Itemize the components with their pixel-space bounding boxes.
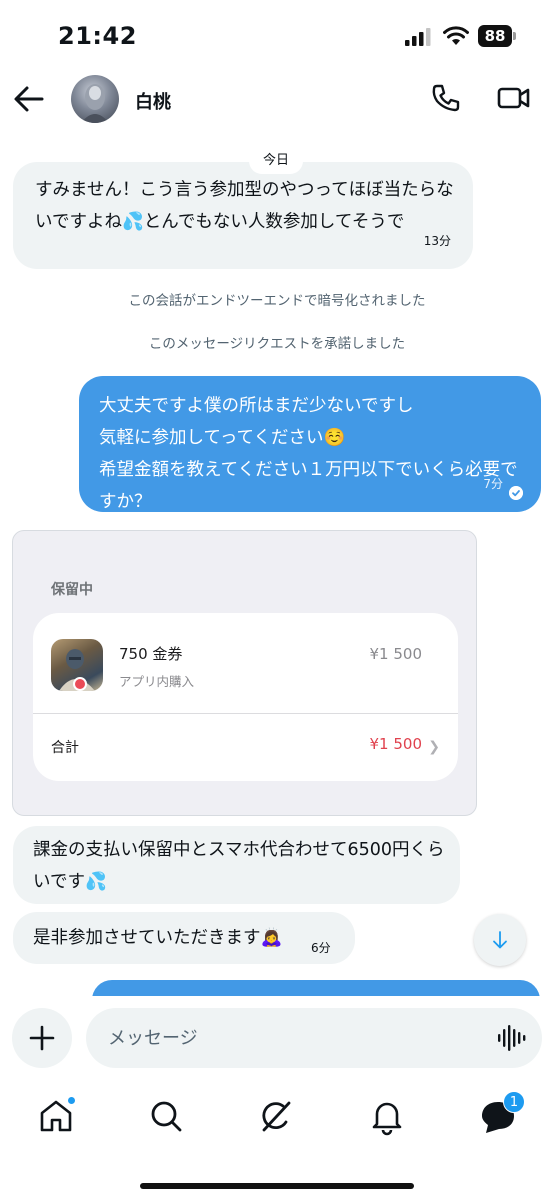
video-camera-icon[interactable] bbox=[497, 83, 531, 113]
scroll-to-bottom-button[interactable] bbox=[474, 914, 526, 966]
divider bbox=[33, 713, 458, 714]
app-badge-icon bbox=[73, 677, 87, 691]
total-price: ¥1 500 bbox=[369, 735, 423, 753]
item-name: 750 金券 bbox=[119, 645, 183, 663]
encryption-note: この会話がエンドツーエンドで暗号化されました bbox=[128, 293, 426, 309]
nav-home[interactable] bbox=[36, 1096, 76, 1136]
notifications-icon bbox=[372, 1102, 402, 1136]
nav-messages[interactable]: 1 bbox=[478, 1091, 525, 1136]
avatar[interactable] bbox=[71, 75, 119, 123]
message-time: 7分 bbox=[483, 477, 503, 491]
incoming-message[interactable]: 是非参加させていただきます🙇‍♀️ 6分 bbox=[13, 912, 355, 964]
messages-badge: 1 bbox=[503, 1091, 525, 1113]
back-arrow-icon[interactable] bbox=[12, 84, 46, 114]
nav-search[interactable] bbox=[146, 1096, 186, 1136]
message-time: 6分 bbox=[311, 941, 331, 955]
status-time: 21:42 bbox=[58, 22, 137, 50]
chevron-right-icon[interactable]: ❯ bbox=[428, 739, 440, 755]
message-time: 13分 bbox=[423, 234, 451, 248]
add-attachment-button[interactable] bbox=[12, 1008, 72, 1068]
message-text: 大丈夫ですよ僕の所はまだ少ないですし 気軽に参加してってください☺️ 希望金額を… bbox=[99, 396, 518, 512]
cellular-signal-icon bbox=[405, 28, 431, 46]
grok-icon bbox=[262, 1101, 291, 1132]
home-indicator bbox=[140, 1183, 414, 1189]
home-notification-dot bbox=[67, 1096, 76, 1105]
search-icon bbox=[151, 1101, 182, 1132]
purchase-details[interactable]: 750 金券 アプリ内購入 ¥1 500 合計 ¥1 500 ❯ bbox=[33, 613, 458, 781]
battery-indicator: 88 bbox=[478, 25, 512, 47]
item-type: アプリ内購入 bbox=[119, 674, 195, 689]
total-label: 合計 bbox=[51, 740, 79, 756]
voice-waveform-icon[interactable] bbox=[496, 1024, 526, 1052]
nav-grok[interactable] bbox=[256, 1096, 296, 1136]
wifi-icon bbox=[443, 26, 469, 45]
read-receipt-icon bbox=[509, 486, 523, 500]
bottom-navigation: 1 bbox=[0, 1080, 554, 1199]
item-price: ¥1 500 bbox=[369, 645, 423, 663]
nav-notifications[interactable] bbox=[367, 1096, 407, 1136]
conversation-header: 白桃 bbox=[0, 70, 554, 132]
message-text: すみません！こう言う参加型のやつってほぼ当たらないですよね💦とんでもない人数参加… bbox=[35, 180, 454, 232]
chat-thread[interactable]: すみません！こう言う参加型のやつってほぼ当たらないですよね💦とんでもない人数参加… bbox=[0, 132, 554, 996]
outgoing-message-partial[interactable] bbox=[92, 980, 540, 996]
message-text: 課金の支払い保留中とスマホ代合わせて6500円くらいです💦 bbox=[33, 840, 445, 892]
arrow-down-icon bbox=[493, 931, 507, 949]
request-accepted-note: このメッセージリクエストを承諾しました bbox=[148, 336, 406, 352]
incoming-message[interactable]: 課金の支払い保留中とスマホ代合わせて6500円くらいです💦 bbox=[13, 826, 460, 904]
outgoing-message[interactable]: 大丈夫ですよ僕の所はまだ少ないですし 気軽に参加してってください☺️ 希望金額を… bbox=[79, 376, 541, 512]
battery-tip bbox=[513, 32, 516, 40]
payment-request-card[interactable]: 保留中 750 金券 アプリ内購入 ¥1 500 合計 ¥1 500 ❯ bbox=[12, 530, 477, 816]
avatar-figure-icon bbox=[81, 84, 109, 123]
phone-icon[interactable] bbox=[430, 82, 462, 114]
payment-status: 保留中 bbox=[51, 582, 93, 598]
message-text: 是非参加させていただきます🙇‍♀️ bbox=[33, 928, 283, 948]
contact-name[interactable]: 白桃 bbox=[135, 88, 171, 114]
day-separator: 今日 bbox=[249, 148, 304, 174]
message-composer bbox=[0, 996, 554, 1080]
incoming-message[interactable]: すみません！こう言う参加型のやつってほぼ当たらないですよね💦とんでもない人数参加… bbox=[13, 162, 473, 269]
message-input[interactable] bbox=[86, 1008, 542, 1068]
plus-icon bbox=[29, 1025, 55, 1051]
status-bar: 21:42 88 bbox=[0, 0, 554, 70]
